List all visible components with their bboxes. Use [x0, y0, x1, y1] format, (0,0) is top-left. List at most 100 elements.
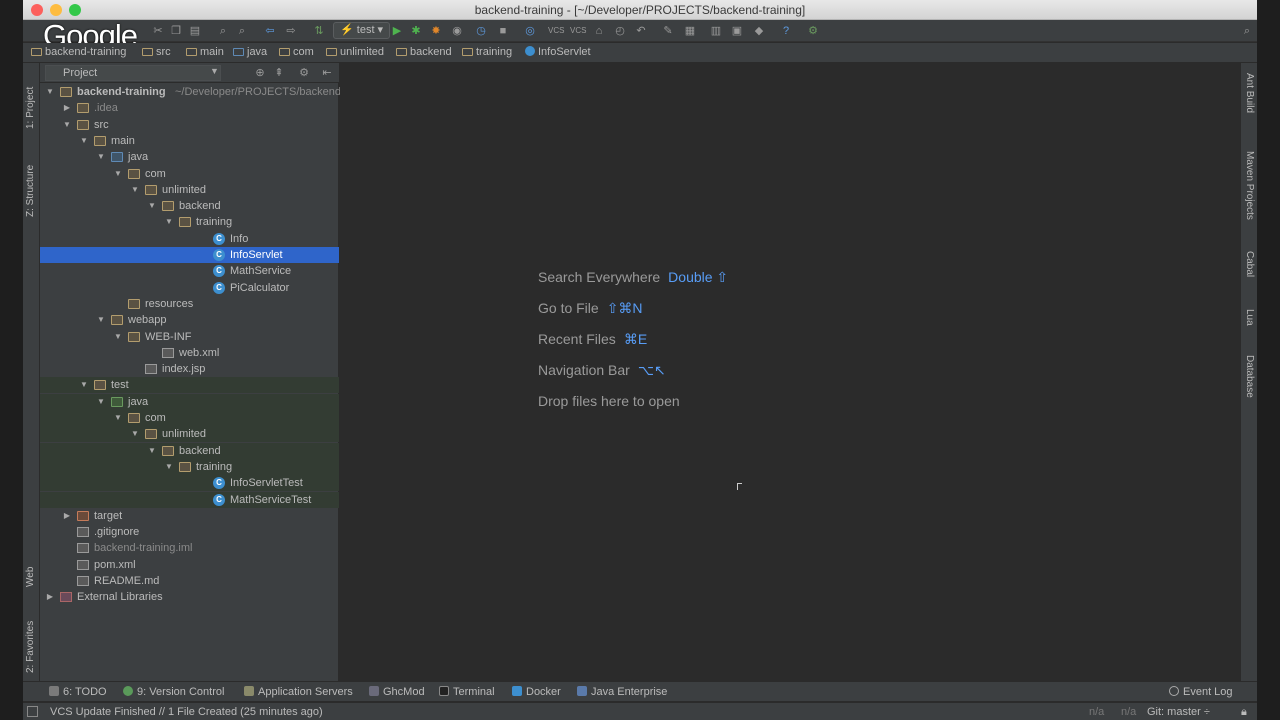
attach-icon[interactable]: ◷	[474, 24, 488, 38]
scroll-from-source-icon[interactable]: ⊕	[253, 66, 267, 80]
cut-icon[interactable]: ✂	[151, 24, 165, 38]
tool-tab-web[interactable]: Web	[25, 553, 36, 587]
expand-arrow-down-icon[interactable]: ▼	[96, 149, 106, 165]
expand-arrow-right-icon[interactable]: ▶	[62, 508, 72, 524]
expand-arrow-down-icon[interactable]: ▼	[113, 329, 123, 345]
tool-tab-docker[interactable]: Docker	[512, 686, 561, 698]
expand-arrow-down-icon[interactable]: ▼	[96, 394, 106, 410]
tree-row[interactable]: ▶ External Libraries	[40, 589, 339, 605]
expand-arrow-down-icon[interactable]: ▼	[164, 214, 174, 230]
stop-icon[interactable]: ■	[496, 24, 510, 38]
breadcrumb-item[interactable]: backend-training	[31, 46, 126, 58]
forward-icon[interactable]: ⇨	[284, 24, 298, 38]
tree-row[interactable]: ▼ java	[40, 394, 339, 410]
tree-row[interactable]: ▼ webapp	[40, 312, 339, 328]
tree-row[interactable]: ▼ unlimited	[40, 426, 339, 442]
replace-icon[interactable]: ⌕	[235, 24, 249, 38]
tool-tab-favorites[interactable]: 2: Favorites	[25, 603, 36, 673]
project-structure-icon[interactable]: ▦	[683, 24, 697, 38]
hide-panel-icon[interactable]: ⇤	[320, 66, 334, 80]
tool-tab-todo[interactable]: 6: TODO	[49, 686, 107, 698]
vcs-compare-icon[interactable]: ⌂	[592, 24, 606, 38]
expand-arrow-down-icon[interactable]: ▼	[79, 377, 89, 393]
paste-icon[interactable]: ▤	[188, 24, 202, 38]
tree-row[interactable]: C InfoServlet	[40, 247, 339, 263]
breadcrumb-item[interactable]: unlimited	[326, 46, 384, 58]
tree-row[interactable]: ▶ .idea	[40, 100, 339, 116]
tree-row[interactable]: resources	[40, 296, 339, 312]
android-icon[interactable]: ◆	[752, 24, 766, 38]
tree-row[interactable]: C MathService	[40, 263, 339, 279]
breadcrumb-item[interactable]: main	[186, 46, 224, 58]
expand-arrow-down-icon[interactable]: ▼	[130, 426, 140, 442]
tree-row[interactable]: ▼ backend	[40, 443, 339, 459]
collapse-all-icon[interactable]: ⇞	[272, 66, 286, 80]
tree-row[interactable]: ▼ backend	[40, 198, 339, 214]
tool-tab-maven-projects[interactable]: Maven Projects	[1244, 151, 1255, 220]
back-icon[interactable]: ⇦	[263, 24, 277, 38]
tree-row[interactable]: C PiCalculator	[40, 280, 339, 296]
expand-arrow-right-icon[interactable]: ▶	[45, 589, 55, 605]
tool-tab-project[interactable]: 1: Project	[25, 69, 36, 129]
editor-empty-area[interactable]: Search Everywhere Double ⇧ Go to File ⇧⌘N …	[340, 63, 1240, 681]
expand-arrow-down-icon[interactable]: ▼	[113, 166, 123, 182]
tool-tab-database[interactable]: Database	[1244, 355, 1255, 398]
plugin-icon[interactable]: ⚙	[806, 24, 820, 38]
tool-tab-lua[interactable]: Lua	[1244, 309, 1255, 326]
expand-arrow-down-icon[interactable]: ▼	[96, 312, 106, 328]
breadcrumb-item[interactable]: java	[233, 46, 267, 58]
tree-row[interactable]: ▶ target	[40, 508, 339, 524]
expand-arrow-down-icon[interactable]: ▼	[79, 133, 89, 149]
vcs-history-icon[interactable]: ◴	[613, 24, 627, 38]
tree-row[interactable]: ▼ java	[40, 149, 339, 165]
lock-icon[interactable]: 🔒︎	[1241, 706, 1247, 719]
expand-arrow-down-icon[interactable]: ▼	[164, 459, 174, 475]
revert-icon[interactable]: ↶	[634, 24, 648, 38]
tool-tab-version-control[interactable]: 9: Version Control	[123, 686, 224, 698]
tool-tab-java-enterprise[interactable]: Java Enterprise	[577, 686, 667, 698]
sdk-manager-icon[interactable]: ▥	[709, 24, 723, 38]
expand-arrow-down-icon[interactable]: ▼	[147, 198, 157, 214]
gear-icon[interactable]: ⚙	[297, 66, 311, 80]
expand-arrow-down-icon[interactable]: ▼	[62, 117, 72, 133]
tree-row[interactable]: ▼ training	[40, 459, 339, 475]
sdk-icon[interactable]: ◎	[523, 24, 537, 38]
expand-arrow-right-icon[interactable]: ▶	[62, 100, 72, 116]
find-icon[interactable]: ⌕	[216, 24, 230, 38]
tool-tab-terminal[interactable]: Terminal	[439, 686, 495, 698]
tool-tab-ghcmod[interactable]: GhcMod	[369, 686, 425, 698]
debug-icon[interactable]: ✱	[409, 24, 423, 38]
vcs-commit-icon[interactable]: VCS	[570, 24, 586, 38]
tool-tab-cabal[interactable]: Cabal	[1244, 251, 1255, 277]
tree-row[interactable]: ▼ backend-training ~/Developer/PROJECTS/ba…	[40, 84, 341, 100]
tree-row[interactable]: README.md	[40, 573, 339, 589]
tree-row[interactable]: C InfoServletTest	[40, 475, 339, 491]
breadcrumb-item[interactable]: training	[462, 46, 512, 58]
git-branch-widget[interactable]: Git: master ÷	[1147, 706, 1210, 718]
tree-row[interactable]: ▼ test	[40, 377, 339, 393]
tree-row[interactable]: ▼ main	[40, 133, 339, 149]
tree-row[interactable]: ▼ com	[40, 410, 339, 426]
tool-tab-structure[interactable]: Z: Structure	[25, 147, 36, 217]
caret-position[interactable]: n/a	[1089, 706, 1104, 718]
tree-row[interactable]: .gitignore	[40, 524, 339, 540]
tree-row[interactable]: ▼ unlimited	[40, 182, 339, 198]
tool-tab-event-log[interactable]: Event Log	[1169, 686, 1233, 698]
tree-row[interactable]: ▼ WEB-INF	[40, 329, 339, 345]
avd-manager-icon[interactable]: ▣	[730, 24, 744, 38]
breadcrumb-item[interactable]: src	[142, 46, 171, 58]
expand-arrow-down-icon[interactable]: ▼	[45, 84, 55, 100]
expand-arrow-down-icon[interactable]: ▼	[130, 182, 140, 198]
tree-row[interactable]: index.jsp	[40, 361, 339, 377]
search-everywhere-icon[interactable]: ⌕	[1240, 24, 1254, 38]
coverage-icon[interactable]: ✸	[429, 24, 443, 38]
tree-row[interactable]: C Info	[40, 231, 339, 247]
tree-row[interactable]: C MathServiceTest	[40, 492, 339, 508]
expand-arrow-down-icon[interactable]: ▼	[147, 443, 157, 459]
breadcrumb-item[interactable]: InfoServlet	[525, 46, 591, 58]
help-icon[interactable]: ?	[779, 24, 793, 38]
expand-arrow-down-icon[interactable]: ▼	[113, 410, 123, 426]
tree-row[interactable]: ▼ src	[40, 117, 339, 133]
tool-tab-application-servers[interactable]: Application Servers	[244, 686, 353, 698]
tree-row[interactable]: ▼ com	[40, 166, 339, 182]
